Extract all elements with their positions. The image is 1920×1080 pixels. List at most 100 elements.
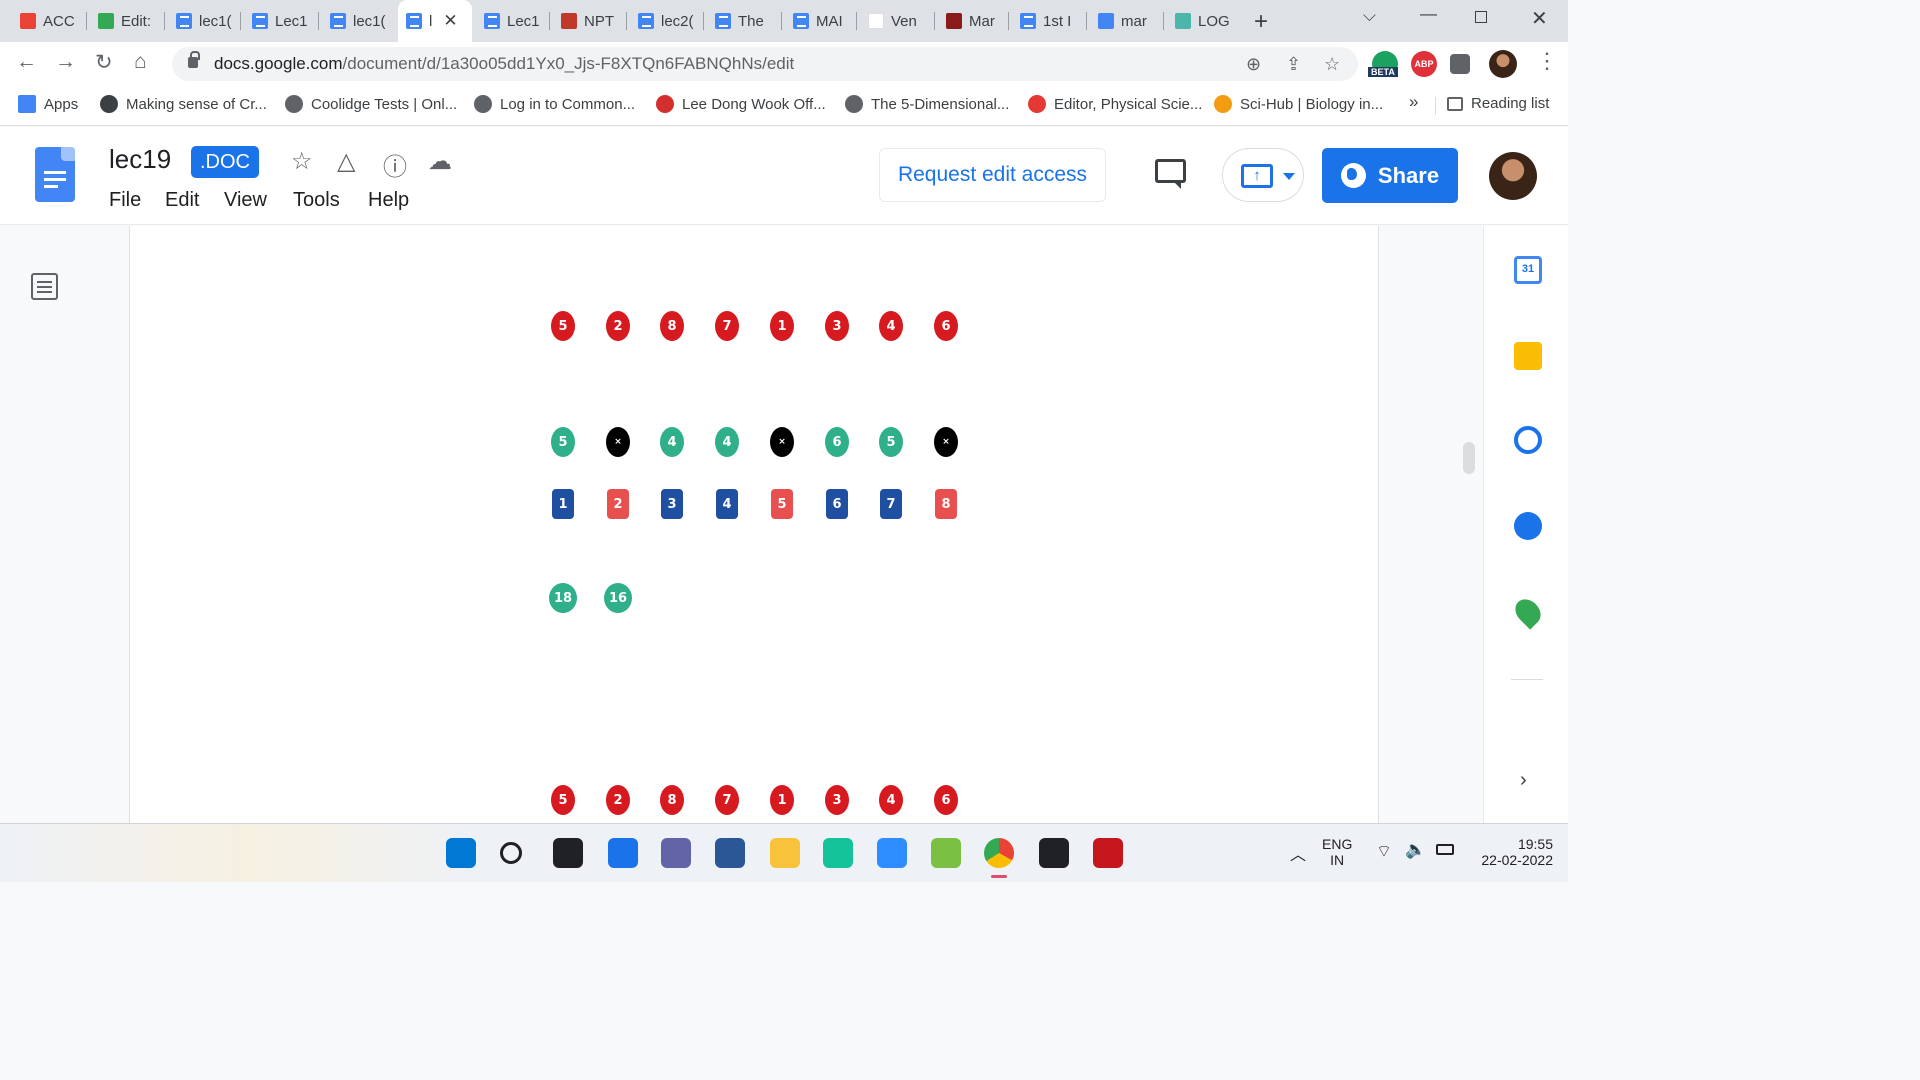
browser-tab[interactable]: ACC bbox=[12, 6, 82, 36]
adblock-plus-icon[interactable]: ABP bbox=[1411, 51, 1437, 77]
red-number-badge: 1 bbox=[770, 311, 794, 341]
browser-tab[interactable]: Lec1 bbox=[244, 6, 314, 36]
new-tab-button[interactable]: + bbox=[1254, 8, 1268, 36]
bookmark-item[interactable]: Lee Dong Wook Off... bbox=[656, 95, 826, 113]
star-icon[interactable]: ☆ bbox=[291, 147, 313, 176]
bookmark-label: Making sense of Cr... bbox=[126, 95, 267, 113]
menu-help[interactable]: Help bbox=[368, 189, 409, 212]
contacts-icon[interactable] bbox=[1514, 512, 1542, 540]
close-window-button[interactable]: ✕ bbox=[1531, 6, 1548, 31]
document-outline-icon[interactable] bbox=[31, 273, 58, 300]
browser-tab[interactable]: lec2( bbox=[630, 6, 700, 36]
vertical-scrollbar[interactable] bbox=[1463, 442, 1475, 474]
present-button[interactable]: ↑ bbox=[1222, 148, 1304, 202]
file-explorer-icon[interactable] bbox=[770, 838, 800, 868]
back-button[interactable]: ← bbox=[16, 50, 37, 74]
red-number-badge: 5 bbox=[551, 785, 575, 815]
chrome-icon[interactable] bbox=[984, 838, 1014, 868]
bookmark-item[interactable]: Coolidge Tests | Onl... bbox=[285, 95, 457, 113]
browser-tab[interactable]: Mar bbox=[938, 6, 1008, 36]
zoom-icon[interactable]: ⊕ bbox=[1246, 54, 1261, 75]
chrome-menu-icon[interactable]: ⋮ bbox=[1536, 48, 1558, 74]
cloud-status-icon[interactable]: ☁ bbox=[428, 147, 452, 176]
calendar-icon[interactable]: 31 bbox=[1514, 256, 1542, 284]
keep-icon[interactable] bbox=[1514, 342, 1542, 370]
forward-button[interactable]: → bbox=[55, 50, 76, 74]
acrobat-icon[interactable] bbox=[1093, 838, 1123, 868]
add-to-drive-icon[interactable]: △ bbox=[337, 147, 355, 176]
clock[interactable]: 19:55 22-02-2022 bbox=[1471, 836, 1553, 868]
volume-icon[interactable]: 🔈 bbox=[1405, 840, 1426, 860]
bookmark-item[interactable]: Log in to Common... bbox=[474, 95, 635, 113]
chevron-right-icon[interactable]: › bbox=[1520, 769, 1527, 792]
side-panel-divider bbox=[1511, 679, 1543, 680]
menu-file[interactable]: File bbox=[109, 189, 141, 212]
reload-button[interactable]: ↻ bbox=[95, 50, 113, 75]
bookmark-item[interactable]: The 5-Dimensional... bbox=[845, 95, 1009, 113]
document-title[interactable]: lec19 bbox=[109, 144, 171, 175]
battery-icon[interactable] bbox=[1436, 844, 1454, 855]
share-button[interactable]: Share bbox=[1322, 148, 1458, 203]
bookmark-star-icon[interactable]: ☆ bbox=[1324, 54, 1340, 75]
bookmarks-overflow-button[interactable]: » bbox=[1409, 92, 1418, 112]
request-edit-access-button[interactable]: Request edit access bbox=[879, 148, 1106, 202]
browser-tab[interactable]: Lec1 bbox=[476, 6, 546, 36]
browser-tab[interactable]: lec1( bbox=[168, 6, 238, 36]
share-page-icon[interactable]: ⇪ bbox=[1286, 54, 1301, 75]
address-bar[interactable]: docs.google.com/document/d/1a30o05dd1Yx0… bbox=[172, 47, 1358, 81]
account-avatar[interactable] bbox=[1489, 152, 1537, 200]
extensions-puzzle-icon[interactable] bbox=[1450, 54, 1470, 74]
tasks-icon[interactable] bbox=[1514, 426, 1542, 454]
task-view-icon[interactable] bbox=[553, 838, 583, 868]
browser-tab[interactable]: MAI bbox=[785, 6, 855, 36]
tab-label: ACC bbox=[43, 12, 75, 30]
profile-avatar[interactable] bbox=[1489, 50, 1517, 78]
close-tab-icon[interactable]: ✕ bbox=[443, 11, 457, 31]
tab-search-chevron-icon[interactable]: ⌵ bbox=[1363, 6, 1376, 26]
red-number-badge: 7 bbox=[715, 311, 739, 341]
menu-edit[interactable]: Edit bbox=[165, 189, 199, 212]
grammarly-icon[interactable] bbox=[823, 838, 853, 868]
url-text[interactable]: docs.google.com/document/d/1a30o05dd1Yx0… bbox=[214, 54, 794, 74]
browser-tab[interactable]: lec1( bbox=[322, 6, 392, 36]
browser-tab[interactable]: Edit: bbox=[90, 6, 160, 36]
red-number-badge: 8 bbox=[660, 785, 684, 815]
minimize-button[interactable]: — bbox=[1420, 4, 1437, 24]
zoom-icon[interactable] bbox=[877, 838, 907, 868]
maps-icon[interactable] bbox=[1510, 594, 1546, 630]
docs-icon bbox=[1020, 13, 1036, 29]
browser-tab[interactable]: NPT bbox=[553, 6, 623, 36]
browser-tab[interactable]: 1st I bbox=[1012, 6, 1082, 36]
restore-button[interactable] bbox=[1475, 8, 1487, 28]
info-icon[interactable]: ⓘ bbox=[383, 147, 407, 182]
search-icon[interactable] bbox=[500, 842, 522, 864]
bookmark-item[interactable]: Making sense of Cr... bbox=[100, 95, 267, 113]
evernote-icon[interactable] bbox=[931, 838, 961, 868]
comment-history-icon[interactable] bbox=[1155, 159, 1186, 189]
ja-icon bbox=[946, 13, 962, 29]
side-panel: 31 › bbox=[1483, 226, 1568, 823]
google-docs-logo-icon[interactable] bbox=[35, 147, 75, 202]
browser-tab[interactable]: Ven bbox=[860, 6, 930, 36]
sticky-notes-icon[interactable] bbox=[1039, 838, 1069, 868]
reading-list-button[interactable]: Reading list bbox=[1447, 95, 1549, 112]
start-icon[interactable] bbox=[446, 838, 476, 868]
browser-tab[interactable]: LOG bbox=[1167, 6, 1237, 36]
wifi-icon[interactable]: ⌔ bbox=[1376, 841, 1392, 862]
browser-tab[interactable]: mar bbox=[1090, 6, 1160, 36]
tray-overflow-icon[interactable]: ︿ bbox=[1290, 841, 1306, 865]
document-page[interactable]: 5 2 8 7 1 3 4 6 5 × 4 4 × 6 5 × 1 2 3 4 5 6 7 8 18 16 5 2 8 7 1 3 4 6 bbox=[129, 226, 1379, 823]
teams-chat-icon[interactable] bbox=[661, 838, 691, 868]
bookmark-item[interactable]: Apps bbox=[18, 95, 78, 113]
menu-tools[interactable]: Tools bbox=[293, 189, 340, 212]
docs-icon bbox=[330, 13, 346, 29]
browser-tab[interactable]: The bbox=[707, 6, 777, 36]
bookmark-item[interactable]: Sci-Hub | Biology in... bbox=[1214, 95, 1383, 113]
browser-tab[interactable]: l ✕ bbox=[398, 0, 472, 42]
menu-view[interactable]: View bbox=[224, 189, 267, 212]
store-icon[interactable] bbox=[715, 838, 745, 868]
language-indicator[interactable]: ENG IN bbox=[1322, 836, 1352, 868]
widgets-icon[interactable] bbox=[608, 838, 638, 868]
bookmark-item[interactable]: Editor, Physical Scie... bbox=[1028, 95, 1202, 113]
home-button[interactable]: ⌂ bbox=[134, 50, 147, 74]
